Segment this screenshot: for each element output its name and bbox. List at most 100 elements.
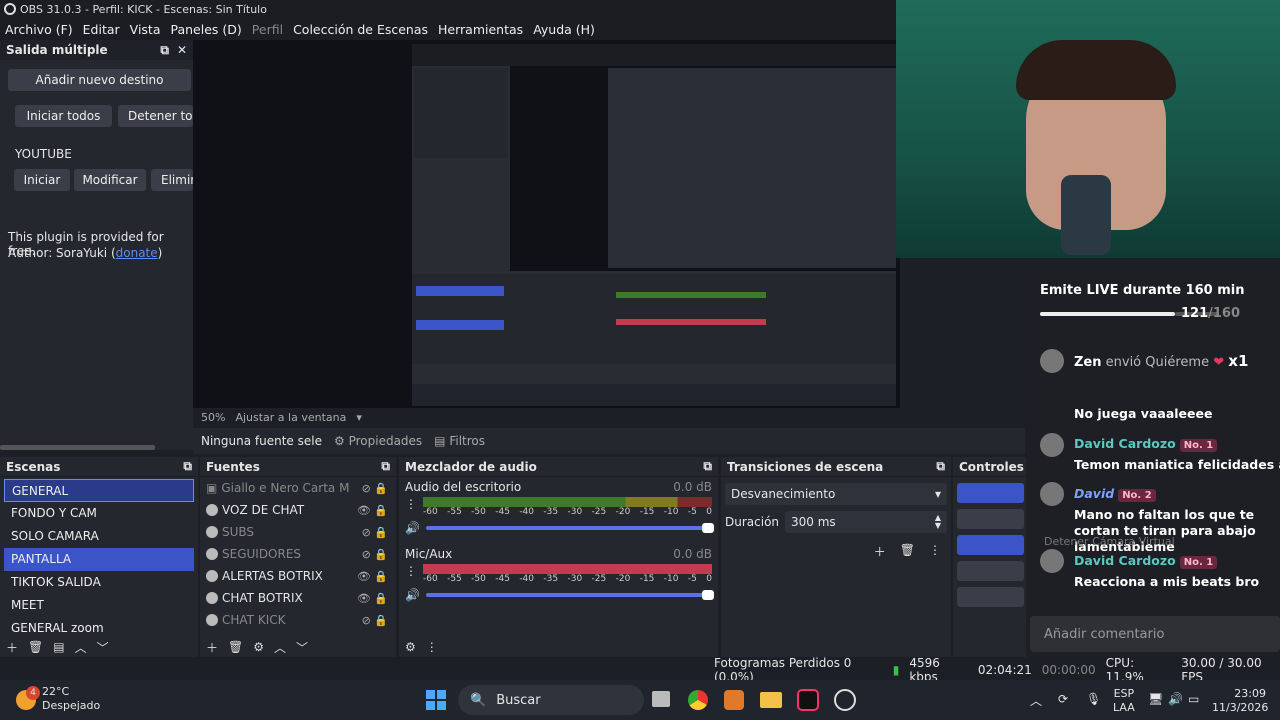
language-indicator[interactable]: ESP LAA (1113, 687, 1135, 715)
speaker-icon[interactable]: 🔊 (405, 521, 420, 535)
scene-item[interactable]: GENERAL (4, 479, 194, 502)
volume-icon[interactable]: 🔊 (1168, 692, 1183, 706)
source-item[interactable]: CHAT KICK ⊘ 🔒 (200, 609, 396, 631)
menu-view[interactable]: Vista (125, 22, 166, 37)
close-icon[interactable]: ✕ (177, 43, 187, 58)
scene-item[interactable]: FONDO Y CAM (4, 502, 194, 525)
eye-hidden-icon[interactable]: ⊘ 🔒 (362, 614, 388, 627)
scene-item-selected[interactable]: PANTALLA (4, 548, 194, 571)
add-destination-button[interactable]: Añadir nuevo destino (8, 69, 191, 91)
scene-item[interactable]: TIKTOK SALIDA (4, 571, 194, 594)
eye-icon[interactable]: 👁 🔒 (357, 570, 388, 583)
eye-hidden-icon[interactable]: ⊘ 🔒 (362, 526, 388, 539)
volume-slider[interactable] (425, 590, 715, 600)
duration-input[interactable]: 300 ms ▲ ▼ (785, 511, 947, 533)
chevron-up-icon[interactable]: ︿ (1030, 692, 1042, 709)
undock-icon[interactable]: ⧉ (936, 459, 945, 474)
chevron-down-icon[interactable]: ▾ (356, 411, 362, 424)
trash-icon[interactable]: 🗑 (28, 640, 43, 654)
spinner-icon[interactable]: ▲ ▼ (935, 514, 941, 530)
trash-icon[interactable]: 🗑 (900, 543, 915, 560)
task-view-icon[interactable] (652, 691, 670, 707)
undock-icon[interactable]: ⧉ (381, 459, 390, 474)
kebab-menu-icon[interactable]: ⋮ (405, 497, 417, 517)
control-button[interactable] (957, 509, 1024, 529)
audio-mixer-panel: Mezclador de audio ⧉ Audio del escritorio… (399, 457, 718, 657)
menu-tools[interactable]: Herramientas (433, 22, 528, 37)
comment-input[interactable]: Añadir comentario (1030, 616, 1280, 652)
add-icon[interactable]: ＋ (6, 639, 18, 656)
microphone-icon[interactable]: 🎙 (1086, 692, 1101, 706)
trash-icon[interactable]: 🗑 (228, 640, 243, 654)
eye-icon[interactable]: 👁 🔒 (357, 504, 388, 517)
battery-icon[interactable]: ▭ (1188, 692, 1199, 706)
move-down-icon[interactable]: ﹀ (296, 639, 308, 656)
start-all-button[interactable]: Iniciar todos (15, 105, 112, 127)
modify-destination-button[interactable]: Modificar (74, 169, 146, 191)
sync-icon[interactable]: ⟳ (1058, 692, 1068, 706)
app-icon[interactable] (724, 690, 744, 710)
undock-icon[interactable]: ⧉ (160, 43, 169, 58)
properties-button[interactable]: ⚙ Propiedades (334, 434, 422, 448)
goal-title: Emite LIVE durante 160 min (1040, 283, 1245, 298)
source-item[interactable]: ▣Giallo e Nero Carta Massi ⊘ 🔒 (200, 477, 396, 499)
weather-badge: 4 (26, 686, 40, 700)
kebab-menu-icon[interactable]: ⋮ (426, 640, 438, 654)
source-item[interactable]: SUBS ⊘ 🔒 (200, 521, 396, 543)
source-item[interactable]: CHAT BOTRIX 👁 🔒 (200, 587, 396, 609)
avatar (1040, 433, 1064, 457)
gear-icon[interactable]: ⚙ (405, 640, 416, 654)
start-destination-button[interactable]: Iniciar (14, 169, 70, 191)
menu-profile[interactable]: Perfil (247, 22, 288, 37)
volume-slider[interactable] (425, 523, 715, 533)
move-up-icon[interactable]: ︿ (274, 639, 286, 656)
source-item[interactable]: VOZ DE CHAT 👁 🔒 (200, 499, 396, 521)
file-explorer-icon[interactable] (760, 692, 782, 708)
system-clock[interactable]: 23:09 11/3/2026 (1212, 687, 1268, 715)
tiktok-icon[interactable] (797, 689, 819, 711)
settings-button[interactable] (957, 587, 1024, 607)
eye-icon[interactable]: 👁 🔒 (357, 592, 388, 605)
taskbar-search[interactable]: 🔍 Buscar (458, 685, 644, 715)
kebab-menu-icon[interactable]: ⋮ (405, 564, 417, 584)
eye-hidden-icon[interactable]: ⊘ 🔒 (362, 482, 388, 495)
windows-start-icon[interactable] (426, 690, 446, 710)
delete-destination-button[interactable]: Elimir (151, 169, 193, 191)
eye-hidden-icon[interactable]: ⊘ 🔒 (362, 548, 388, 561)
move-down-icon[interactable]: ﹀ (97, 639, 109, 656)
undock-icon[interactable]: ⧉ (703, 459, 712, 474)
virtual-camera-button[interactable] (957, 535, 1024, 555)
weather-widget[interactable]: 4 (14, 686, 42, 714)
monitor-icon[interactable]: 🖥 (1148, 692, 1163, 706)
speaker-icon[interactable]: 🔊 (405, 588, 420, 602)
add-icon[interactable]: ＋ (206, 639, 218, 656)
undock-icon[interactable]: ⧉ (183, 459, 192, 474)
multi-output-title: Salida múltiple (6, 43, 108, 57)
scene-item[interactable]: MEET (4, 594, 194, 617)
duration-value: 300 ms (791, 515, 836, 529)
transition-select[interactable]: Desvanecimiento ▾ (725, 483, 947, 505)
menu-scene-collection[interactable]: Colección de Escenas (288, 22, 433, 37)
source-item[interactable]: SEGUIDORES ⊘ 🔒 (200, 543, 396, 565)
kebab-menu-icon[interactable]: ⋮ (929, 543, 941, 560)
filter-icon[interactable]: ▤ (53, 640, 64, 654)
fit-window-select[interactable]: Ajustar a la ventana (235, 411, 346, 424)
chrome-icon[interactable] (688, 690, 708, 710)
add-icon[interactable]: ＋ (874, 543, 886, 560)
menu-docks[interactable]: Paneles (D) (166, 22, 247, 37)
studio-mode-button[interactable] (957, 561, 1024, 581)
chat-header: David Cardozo No. 1 (1074, 436, 1218, 452)
gear-icon[interactable]: ⚙ (253, 640, 264, 654)
donate-link[interactable]: donate (116, 246, 158, 260)
menu-help[interactable]: Ayuda (H) (528, 22, 600, 37)
move-up-icon[interactable]: ︿ (75, 639, 87, 656)
horizontal-scrollbar[interactable] (0, 445, 155, 450)
menu-file[interactable]: Archivo (F) (0, 22, 78, 37)
obs-icon[interactable] (834, 689, 856, 711)
filters-button[interactable]: ▤ Filtros (434, 434, 485, 448)
source-item[interactable]: ALERTAS BOTRIX 👁 🔒 (200, 565, 396, 587)
scene-item[interactable]: SOLO CAMARA (4, 525, 194, 548)
menu-edit[interactable]: Editar (78, 22, 125, 37)
stop-all-button[interactable]: Detener tod (118, 105, 193, 127)
start-streaming-button[interactable] (957, 483, 1024, 503)
